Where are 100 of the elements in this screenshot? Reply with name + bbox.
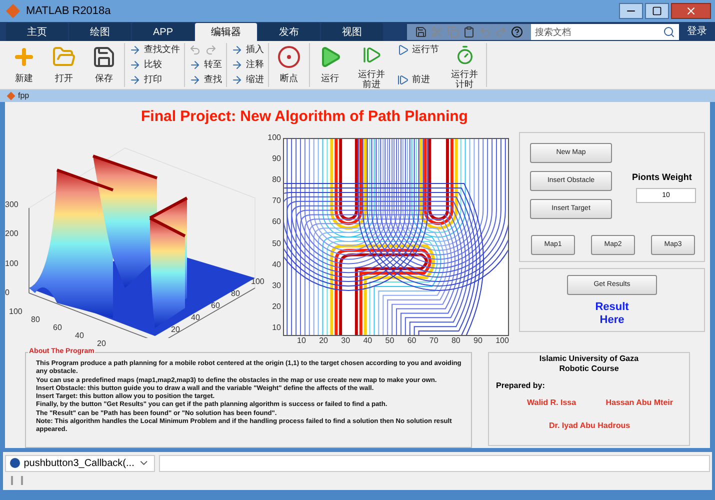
ribbon-tab[interactable]: 编辑器 xyxy=(195,23,257,41)
axis-tick-label: 10 xyxy=(297,336,306,345)
toolstrip-button[interactable]: 新建 xyxy=(4,41,44,89)
result-text: Here xyxy=(600,314,624,327)
toolstrip-small-button[interactable]: 前进 xyxy=(397,73,439,87)
save-icon[interactable] xyxy=(415,26,427,38)
toolstrip-small-button[interactable]: 查找 xyxy=(189,73,222,87)
toolstrip-small-button[interactable]: 运行节 xyxy=(397,43,439,57)
save-icon xyxy=(92,45,116,69)
toolstrip-button[interactable]: 运行 xyxy=(310,41,350,89)
ribbon-tab[interactable]: 主页 xyxy=(6,23,68,41)
axis-tick-label: 60 xyxy=(272,218,281,226)
tool-icon xyxy=(129,44,141,56)
axis-tick-label: 60 xyxy=(211,300,220,312)
close-button[interactable] xyxy=(671,3,711,19)
credits-heading: Islamic University of Gaza xyxy=(539,354,639,364)
result-text: Result xyxy=(595,301,629,314)
axis-tick-label: 10 xyxy=(272,324,281,332)
tool-icon xyxy=(189,59,201,71)
figure-title: Final Project: New Algorithm of Path Planning xyxy=(141,106,468,127)
ribbon-tab[interactable]: 发布 xyxy=(258,23,320,41)
axis-tick-label: 80 xyxy=(31,314,40,326)
maximize-button[interactable] xyxy=(645,3,669,19)
toolstrip-small-button[interactable]: 比较 xyxy=(129,58,180,72)
toolstrip-button[interactable]: 运行并 计时 xyxy=(443,41,486,89)
axis-tick-label: 70 xyxy=(272,197,281,206)
help-icon[interactable] xyxy=(511,26,523,38)
supervisor-name: Dr. Iyad Abu Hadrous xyxy=(549,420,632,432)
axis-tick-label: 20 xyxy=(319,336,328,345)
tool-icon xyxy=(231,44,243,56)
ribbon-tab[interactable]: APP xyxy=(132,23,194,41)
plus-icon xyxy=(12,45,36,69)
function-list-dropdown[interactable]: pushbutton3_Callback(... xyxy=(5,454,155,472)
search-icon xyxy=(663,26,675,38)
axis-tick-label: 100 xyxy=(251,276,264,288)
axis-tick-label: 20 xyxy=(272,302,281,311)
axis-tick-label: 30 xyxy=(341,336,350,345)
toolstrip-small-button[interactable]: 查找文件 xyxy=(129,43,180,57)
author-name: Walid R. Issa xyxy=(527,397,576,409)
credits-heading: Robotic Course xyxy=(559,364,619,374)
tool-icon xyxy=(397,44,409,56)
toolstrip-button[interactable]: 保存 xyxy=(84,41,124,89)
toolstrip-button[interactable]: 打开 xyxy=(44,41,84,89)
breakpoint-icon xyxy=(277,45,301,69)
document-title: fpp xyxy=(18,90,30,102)
axis-tick-label: 100 xyxy=(5,260,18,268)
axis-tick-label: 40 xyxy=(75,330,84,342)
axis-tick-label: 300 xyxy=(5,201,18,209)
tool-icon xyxy=(189,74,201,86)
toolstrip-button[interactable]: 断点 xyxy=(269,41,309,89)
prepared-label: Prepared by: xyxy=(496,380,546,392)
axis-tick-label: 100 xyxy=(268,134,281,142)
axis-tick-label: 50 xyxy=(385,336,394,345)
folder-icon xyxy=(52,45,76,69)
paste-icon[interactable] xyxy=(463,26,475,38)
axis-tick-label: 60 xyxy=(53,322,62,334)
axis-tick-label: 50 xyxy=(272,240,281,248)
axis-tick-label: 20 xyxy=(171,324,180,336)
axis-tick-label: 40 xyxy=(272,260,281,269)
ribbon-tab[interactable]: 绘图 xyxy=(69,23,131,41)
axis-tick-label: 60 xyxy=(407,336,416,345)
matlab-logo-icon xyxy=(6,92,16,100)
axis-tick-label: 80 xyxy=(272,176,281,184)
axis-tick-label: 70 xyxy=(429,336,438,345)
tool-icon xyxy=(129,74,141,86)
grip-icon[interactable] xyxy=(11,476,23,484)
tool-icon xyxy=(231,59,243,71)
axis-tick-label: 40 xyxy=(363,336,372,345)
axis-tick-label: 80 xyxy=(451,336,460,345)
tool-icon xyxy=(397,74,409,86)
axis-tick-label: 100 xyxy=(9,306,22,318)
toolstrip-small-button[interactable]: 转至 xyxy=(189,58,222,72)
login-button[interactable]: 登录 xyxy=(679,24,715,39)
weight-label: Pionts Weight xyxy=(632,171,692,184)
function-icon xyxy=(10,458,20,468)
tool-icon xyxy=(129,59,141,71)
close-icon xyxy=(685,5,697,17)
axis-tick-label: 0 xyxy=(5,288,10,297)
axis-tick-label: 100 xyxy=(496,336,509,345)
window-title: MATLAB R2018a xyxy=(26,4,111,19)
toolstrip-small-button[interactable]: 缩进 xyxy=(231,73,264,87)
toolstrip-button[interactable]: 运行并 前进 xyxy=(350,41,393,89)
back-arrow-icon[interactable] xyxy=(189,44,201,56)
axis-tick-label: 40 xyxy=(191,312,200,324)
tool-icon xyxy=(231,74,243,86)
editor-input-field[interactable] xyxy=(159,454,710,472)
toolstrip-small-button[interactable]: 插入 xyxy=(231,43,264,57)
axis-tick-label: 90 xyxy=(272,155,281,164)
axis-tick-label: 80 xyxy=(231,288,240,300)
forward-arrow-icon[interactable] xyxy=(205,44,217,56)
minimize-button[interactable] xyxy=(619,3,643,19)
toolstrip-small-button[interactable]: 打印 xyxy=(129,73,180,87)
axis-tick-label: 30 xyxy=(272,282,281,290)
axis-tick-label: 20 xyxy=(97,338,106,350)
axis-tick-label: 200 xyxy=(5,230,18,238)
axis-tick-label: 90 xyxy=(474,336,482,345)
maximize-icon xyxy=(652,6,662,16)
author-name: Hassan Abu Mteir xyxy=(606,397,673,409)
ribbon-tab[interactable]: 视图 xyxy=(321,23,383,41)
toolstrip-small-button[interactable]: 注释 xyxy=(231,58,264,72)
